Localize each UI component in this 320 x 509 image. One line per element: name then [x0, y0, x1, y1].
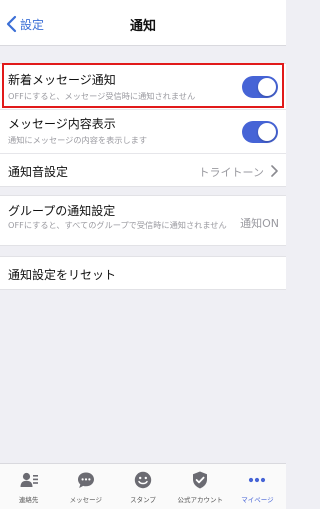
tab-messages[interactable]: メッセージ [57, 464, 114, 509]
shield-check-icon [193, 471, 208, 489]
message-preview-toggle[interactable] [242, 121, 278, 143]
reset-row[interactable]: 通知設定をリセット [0, 257, 286, 289]
sound-setting-title: 通知音設定 [8, 165, 69, 179]
reset-title: 通知設定をリセット [8, 268, 117, 282]
new-message-notification-subtitle: OFFにすると、メッセージ受信時に通知されません [8, 91, 196, 101]
sound-setting-value: トライトーン [198, 166, 264, 179]
group-notification-value: 通知ON [240, 217, 279, 230]
new-message-notification-row: 新着メッセージ通知 OFFにすると、メッセージ受信時に通知されません [0, 64, 286, 109]
contacts-icon [20, 472, 38, 487]
tab-contacts[interactable]: 連絡先 [0, 464, 57, 509]
tab-label: マイページ [241, 496, 274, 504]
smiley-icon [134, 471, 152, 489]
toggle-knob [258, 123, 276, 141]
message-preview-title: メッセージ内容表示 [8, 117, 116, 131]
message-settings-group: 新着メッセージ通知 OFFにすると、メッセージ受信時に通知されません メッセージ… [0, 63, 286, 153]
group-notification-subtitle: OFFにすると、すべてのグループで受信時に通知されません [8, 220, 227, 230]
message-bubble-icon [77, 472, 94, 488]
tab-label: 公式アカウント [177, 496, 223, 504]
group-notification-title: グループの通知設定 [8, 204, 116, 218]
tab-official-accounts[interactable]: 公式アカウント [172, 464, 229, 509]
tab-label: 連絡先 [18, 496, 39, 504]
new-message-notification-toggle[interactable] [242, 76, 278, 98]
nav-bar: 設定 通知 [0, 0, 286, 46]
new-message-notification-title: 新着メッセージ通知 [8, 73, 116, 87]
tab-label: メッセージ [69, 496, 102, 504]
more-dots-icon [249, 477, 266, 483]
message-preview-row: メッセージ内容表示 通知にメッセージの内容を表示します [0, 109, 286, 153]
sound-settings-group: 通知音設定 トライトーン [0, 153, 286, 187]
group-settings-group: グループの通知設定 OFFにすると、すべてのグループで受信時に通知されません 通… [0, 195, 286, 246]
tab-my-page[interactable]: マイページ [229, 464, 286, 509]
page-title: 通知 [129, 19, 156, 34]
sound-setting-row[interactable]: 通知音設定 トライトーン [0, 153, 286, 186]
chevron-right-icon [271, 165, 278, 177]
message-preview-subtitle: 通知にメッセージの内容を表示します [8, 135, 148, 145]
group-notification-row[interactable]: グループの通知設定 OFFにすると、すべてのグループで受信時に通知されません 通… [0, 196, 286, 245]
tab-bar: 連絡先 メッセージ スタンプ 公式アカウント マイページ [0, 463, 286, 509]
tab-stamps[interactable]: スタンプ [114, 464, 171, 509]
tab-label: スタンプ [130, 496, 156, 504]
reset-group: 通知設定をリセット [0, 256, 286, 290]
toggle-knob [258, 78, 276, 96]
